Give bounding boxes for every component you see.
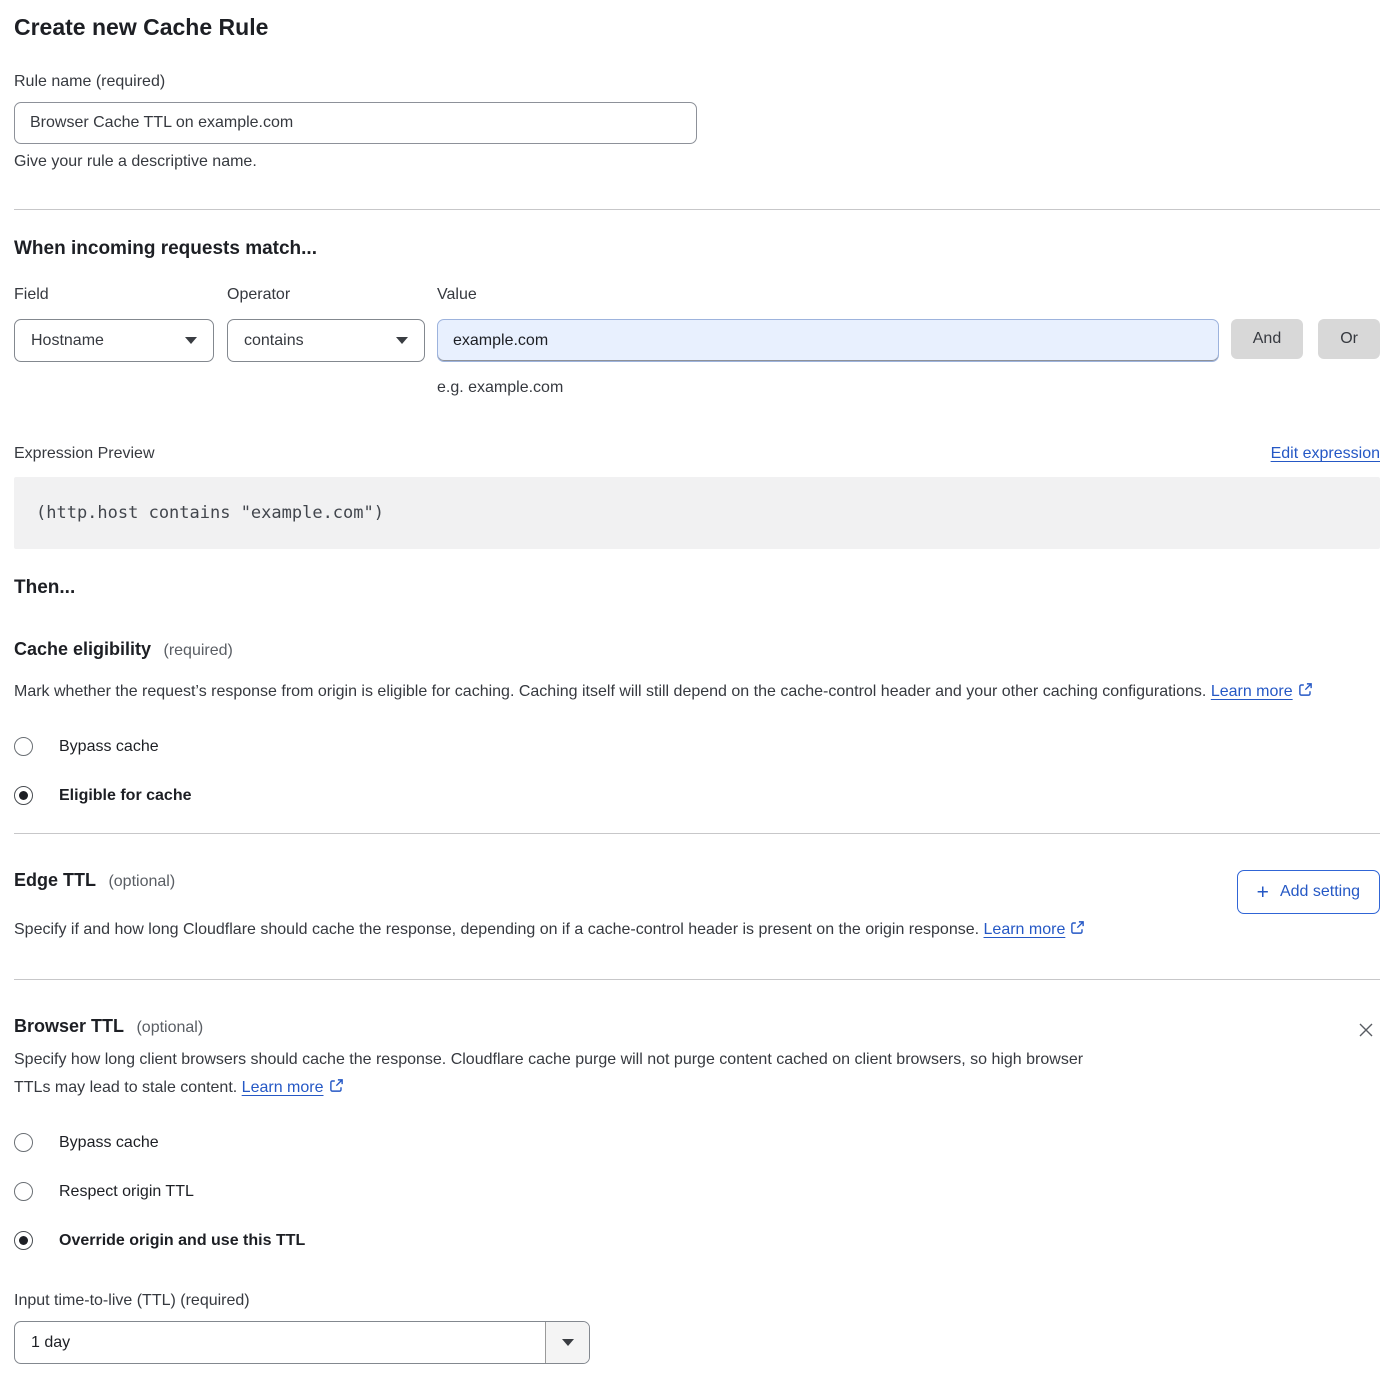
browser-ttl-learn-more-link[interactable]: Learn more: [242, 1079, 324, 1096]
rule-name-input[interactable]: [14, 102, 697, 144]
edge-ttl-section: Edge TTL (optional) + Add setting Specif…: [14, 870, 1380, 945]
operator-select-value: contains: [244, 332, 304, 350]
field-select-value: Hostname: [31, 332, 104, 350]
andor-buttons: And Or: [1231, 286, 1380, 359]
plus-icon: +: [1257, 882, 1269, 903]
value-input[interactable]: [437, 319, 1219, 362]
radio-circle-checked: [14, 786, 33, 805]
cache-eligibility-header: Cache eligibility (required): [14, 639, 1380, 660]
field-select[interactable]: Hostname: [14, 319, 214, 362]
edge-ttl-title-wrap: Edge TTL (optional): [14, 870, 175, 891]
ttl-label: Input time-to-live (TTL) (required): [14, 1292, 1380, 1310]
cache-eligibility-learn-more-link[interactable]: Learn more: [1211, 683, 1293, 700]
value-hint: e.g. example.com: [437, 379, 1219, 397]
edge-ttl-description: Specify if and how long Cloudflare shoul…: [14, 916, 1119, 945]
radio-label: Override origin and use this TTL: [59, 1232, 305, 1250]
external-link-icon: [329, 1075, 344, 1103]
edge-ttl-learn-more-link[interactable]: Learn more: [984, 921, 1066, 938]
field-label: Field: [14, 286, 214, 304]
rule-name-label: Rule name (required): [14, 73, 1380, 91]
divider: [14, 979, 1380, 980]
value-label: Value: [437, 286, 1219, 304]
or-button[interactable]: Or: [1318, 319, 1380, 359]
edge-ttl-description-text: Specify if and how long Cloudflare shoul…: [14, 921, 979, 938]
create-cache-rule-form: Create new Cache Rule Rule name (require…: [0, 0, 1400, 1388]
browser-ttl-title: Browser TTL: [14, 1016, 124, 1036]
expression-preview-label: Expression Preview: [14, 445, 155, 463]
expression-header: Expression Preview Edit expression: [14, 445, 1380, 463]
edge-ttl-requirement: (optional): [108, 873, 175, 890]
radio-browser-bypass-cache[interactable]: Bypass cache: [14, 1133, 1380, 1152]
edge-ttl-header: Edge TTL (optional) + Add setting: [14, 870, 1380, 914]
radio-label: Eligible for cache: [59, 787, 191, 805]
chevron-down-icon: [185, 337, 197, 344]
radio-respect-origin-ttl[interactable]: Respect origin TTL: [14, 1182, 1380, 1201]
page-title: Create new Cache Rule: [14, 14, 1380, 41]
radio-eligible-for-cache[interactable]: Eligible for cache: [14, 786, 1380, 805]
radio-override-origin-ttl[interactable]: Override origin and use this TTL: [14, 1231, 1380, 1250]
expression-code-block: (http.host contains "example.com"): [14, 477, 1380, 549]
external-link-icon: [1070, 917, 1085, 945]
add-setting-label: Add setting: [1280, 883, 1360, 901]
value-column: Value e.g. example.com: [437, 286, 1219, 397]
operator-column: Operator contains: [227, 286, 425, 362]
match-row: Field Hostname Operator contains Value e…: [14, 286, 1380, 397]
browser-ttl-title-wrap: Browser TTL (optional): [14, 1016, 203, 1037]
ttl-select-value: 1 day: [15, 1322, 545, 1363]
cache-eligibility-requirement: (required): [164, 642, 233, 659]
chevron-down-icon: [562, 1339, 574, 1346]
rule-name-help: Give your rule a descriptive name.: [14, 153, 1380, 171]
chevron-down-icon: [396, 337, 408, 344]
radio-circle-unchecked: [14, 1182, 33, 1201]
radio-circle-checked: [14, 1231, 33, 1250]
browser-ttl-section: Browser TTL (optional) Specify how long …: [14, 1016, 1380, 1364]
browser-ttl-requirement: (optional): [136, 1019, 203, 1036]
then-heading: Then...: [14, 577, 1380, 599]
cache-eligibility-section: Cache eligibility (required) Mark whethe…: [14, 639, 1380, 805]
radio-label: Bypass cache: [59, 1134, 159, 1152]
add-setting-button[interactable]: + Add setting: [1237, 870, 1380, 914]
radio-label: Bypass cache: [59, 738, 159, 756]
close-button[interactable]: [1352, 1016, 1380, 1044]
edge-ttl-title: Edge TTL: [14, 870, 96, 890]
match-heading: When incoming requests match...: [14, 238, 1380, 260]
cache-eligibility-description: Mark whether the request’s response from…: [14, 678, 1380, 707]
operator-label: Operator: [227, 286, 425, 304]
radio-label: Respect origin TTL: [59, 1183, 194, 1201]
cache-eligibility-title: Cache eligibility: [14, 639, 151, 659]
radio-circle-unchecked: [14, 1133, 33, 1152]
browser-ttl-description-text: Specify how long client browsers should …: [14, 1051, 1083, 1096]
field-column: Field Hostname: [14, 286, 214, 362]
browser-ttl-description: Specify how long client browsers should …: [14, 1046, 1119, 1103]
divider: [14, 209, 1380, 210]
edit-expression-link[interactable]: Edit expression: [1271, 445, 1380, 463]
browser-ttl-header: Browser TTL (optional): [14, 1016, 1380, 1044]
ttl-group: Input time-to-live (TTL) (required) 1 da…: [14, 1292, 1380, 1364]
radio-circle-unchecked: [14, 737, 33, 756]
external-link-icon: [1298, 679, 1313, 707]
close-icon: [1356, 1028, 1376, 1043]
ttl-select[interactable]: 1 day: [14, 1321, 590, 1364]
cache-eligibility-description-text: Mark whether the request’s response from…: [14, 683, 1206, 700]
ttl-select-arrow-segment[interactable]: [545, 1322, 589, 1363]
operator-select[interactable]: contains: [227, 319, 425, 362]
radio-bypass-cache[interactable]: Bypass cache: [14, 737, 1380, 756]
expression-code: (http.host contains "example.com"): [36, 503, 384, 523]
divider: [14, 833, 1380, 834]
rule-name-group: Rule name (required) Give your rule a de…: [14, 73, 1380, 171]
and-button[interactable]: And: [1231, 319, 1303, 359]
